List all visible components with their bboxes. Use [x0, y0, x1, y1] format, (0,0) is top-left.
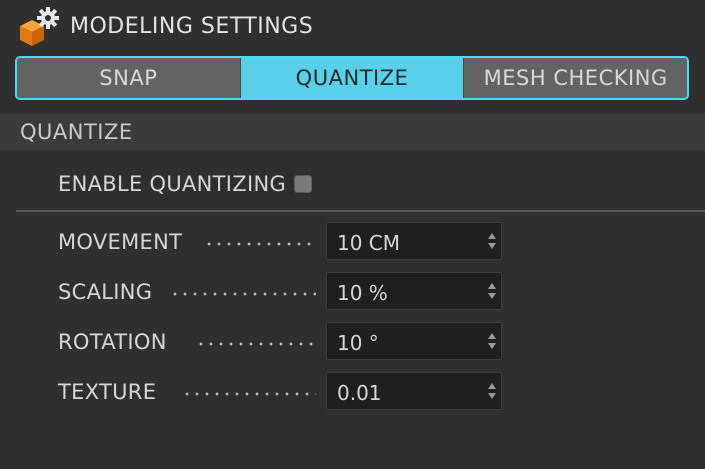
movement-row: MOVEMENT 10 CM	[58, 222, 508, 262]
leader-dots	[204, 242, 316, 246]
movement-label: MOVEMENT	[58, 230, 183, 254]
movement-field[interactable]: 10 CM	[326, 222, 502, 260]
spinner-arrows-icon[interactable]	[487, 231, 497, 251]
texture-field[interactable]: 0.01	[326, 372, 502, 410]
spinner-arrows-icon[interactable]	[487, 381, 497, 401]
leader-dots	[170, 292, 316, 296]
section-header: QUANTIZE	[0, 114, 705, 150]
tab-snap[interactable]: SNAP	[17, 58, 241, 98]
enable-quantizing-checkbox[interactable]	[294, 175, 313, 193]
panel-header: MODELING SETTINGS	[0, 0, 705, 52]
spinner-arrows-icon[interactable]	[487, 281, 497, 301]
scaling-value: 10 %	[337, 281, 388, 305]
spinner-arrows-icon[interactable]	[487, 331, 497, 351]
divider	[16, 210, 705, 212]
rotation-row: ROTATION 10 °	[58, 322, 508, 362]
tab-quantize[interactable]: QUANTIZE	[240, 58, 465, 98]
enable-quantizing-row: ENABLE QUANTIZING	[58, 170, 313, 198]
scaling-field[interactable]: 10 %	[326, 272, 502, 310]
rotation-label: ROTATION	[58, 330, 167, 354]
scaling-row: SCALING 10 %	[58, 272, 508, 312]
section-title: QUANTIZE	[20, 120, 133, 144]
scaling-label: SCALING	[58, 280, 153, 304]
enable-quantizing-label: ENABLE QUANTIZING	[58, 172, 287, 196]
texture-value: 0.01	[337, 381, 382, 405]
settings-tabs: SNAP QUANTIZE MESH CHECKING	[15, 56, 689, 100]
rotation-value: 10 °	[337, 331, 379, 355]
panel-title: MODELING SETTINGS	[70, 14, 314, 39]
leader-dots	[196, 342, 316, 346]
texture-label: TEXTURE	[58, 380, 157, 404]
movement-value: 10 CM	[337, 231, 401, 255]
tab-mesh-checking[interactable]: MESH CHECKING	[464, 58, 687, 98]
rotation-field[interactable]: 10 °	[326, 322, 502, 360]
texture-row: TEXTURE 0.01	[58, 372, 508, 412]
cube-gear-icon	[20, 7, 59, 46]
leader-dots	[182, 392, 316, 396]
